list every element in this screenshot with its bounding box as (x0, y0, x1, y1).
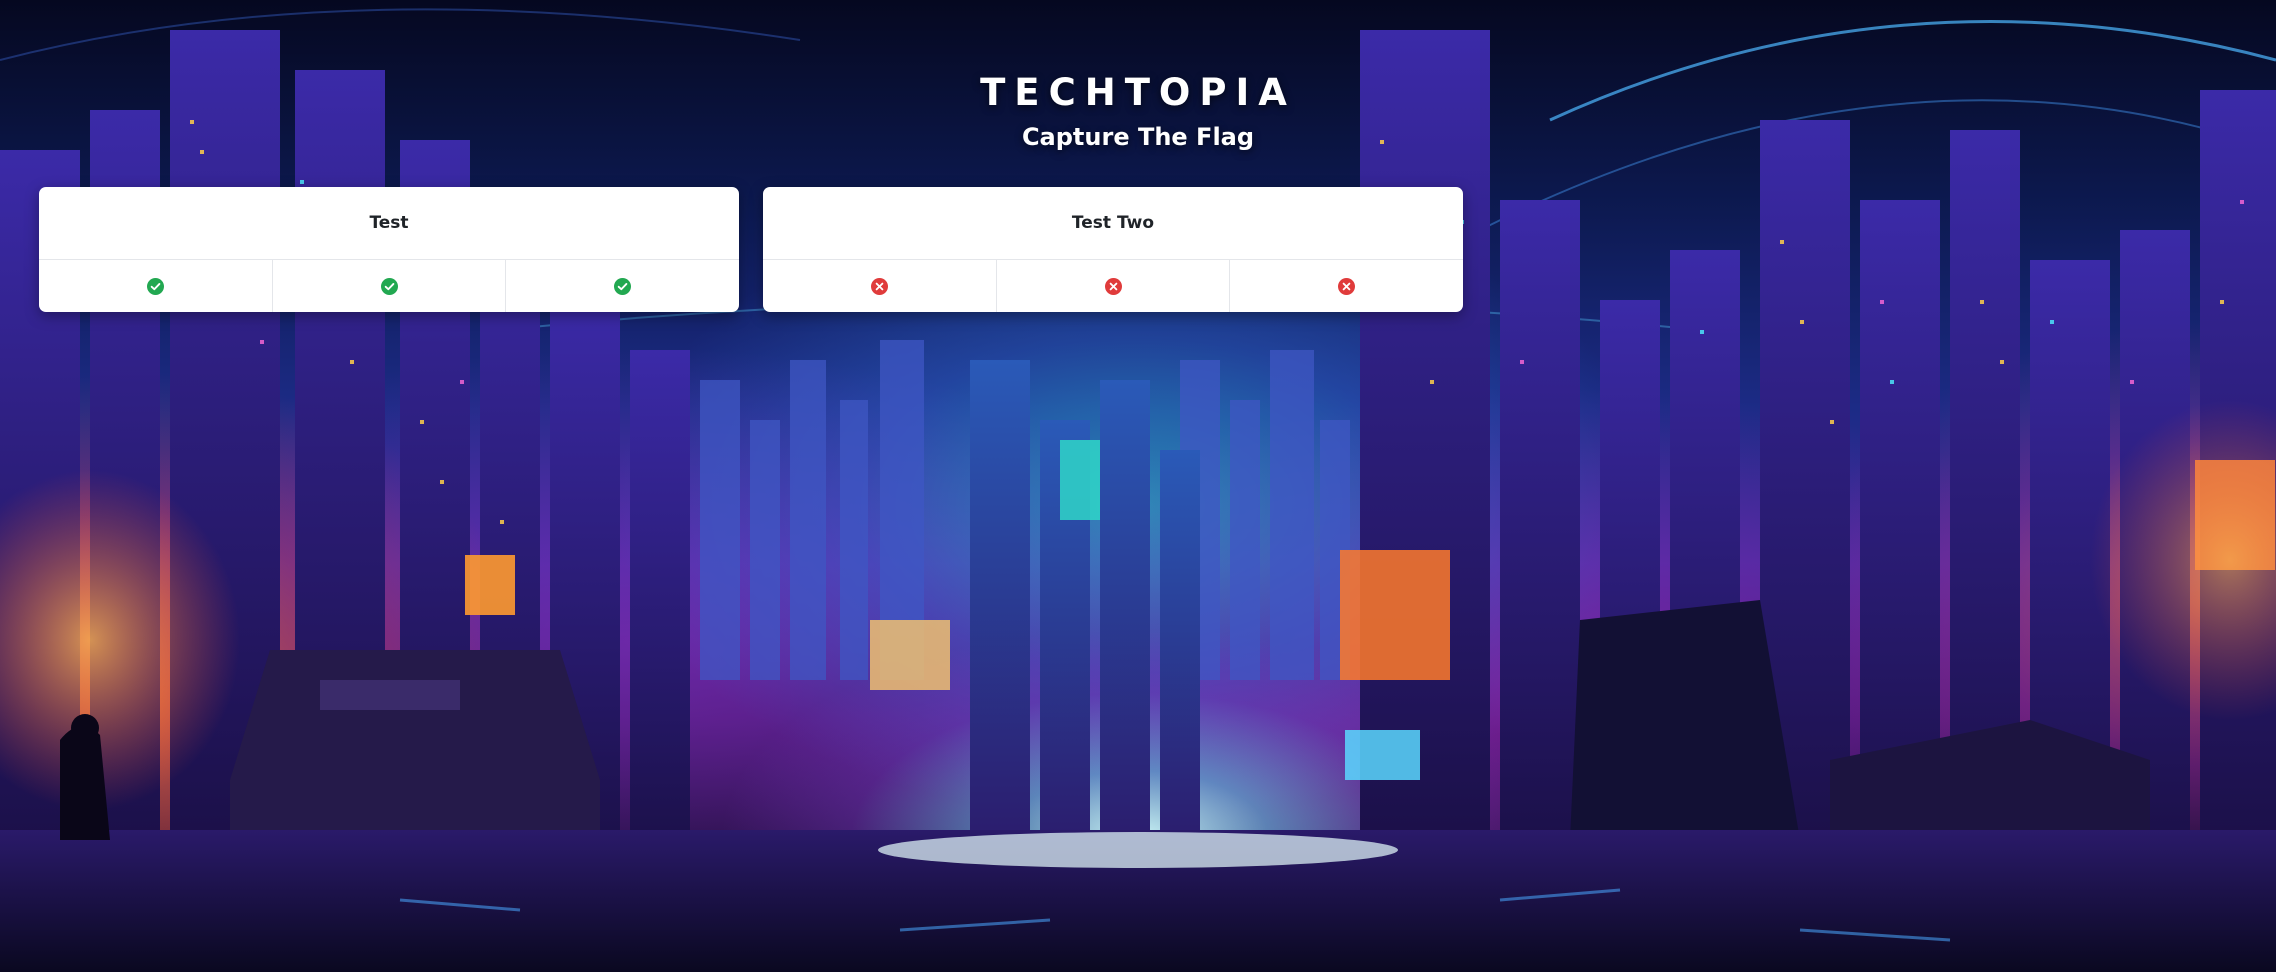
check-circle-icon (614, 277, 632, 295)
x-circle-icon (1104, 277, 1122, 295)
card-title: Test Two (763, 187, 1463, 260)
page-subtitle: Capture The Flag (1021, 123, 1255, 151)
challenge-cards: Test Test Two (39, 187, 1463, 312)
check-cell (506, 260, 739, 312)
check-cell (273, 260, 507, 312)
page-header: TECHTOPIA Capture The Flag (0, 70, 2276, 152)
check-cell (763, 260, 997, 312)
check-cell (1230, 260, 1463, 312)
check-cell (39, 260, 273, 312)
check-row (39, 260, 739, 312)
check-row (763, 260, 1463, 312)
x-circle-icon (1338, 277, 1356, 295)
brand-title: TECHTOPIA (980, 71, 1296, 114)
check-circle-icon (146, 277, 164, 295)
challenge-card-test-two: Test Two (763, 187, 1463, 312)
check-cell (997, 260, 1231, 312)
challenge-card-test: Test (39, 187, 739, 312)
card-title: Test (39, 187, 739, 260)
x-circle-icon (870, 277, 888, 295)
check-circle-icon (380, 277, 398, 295)
